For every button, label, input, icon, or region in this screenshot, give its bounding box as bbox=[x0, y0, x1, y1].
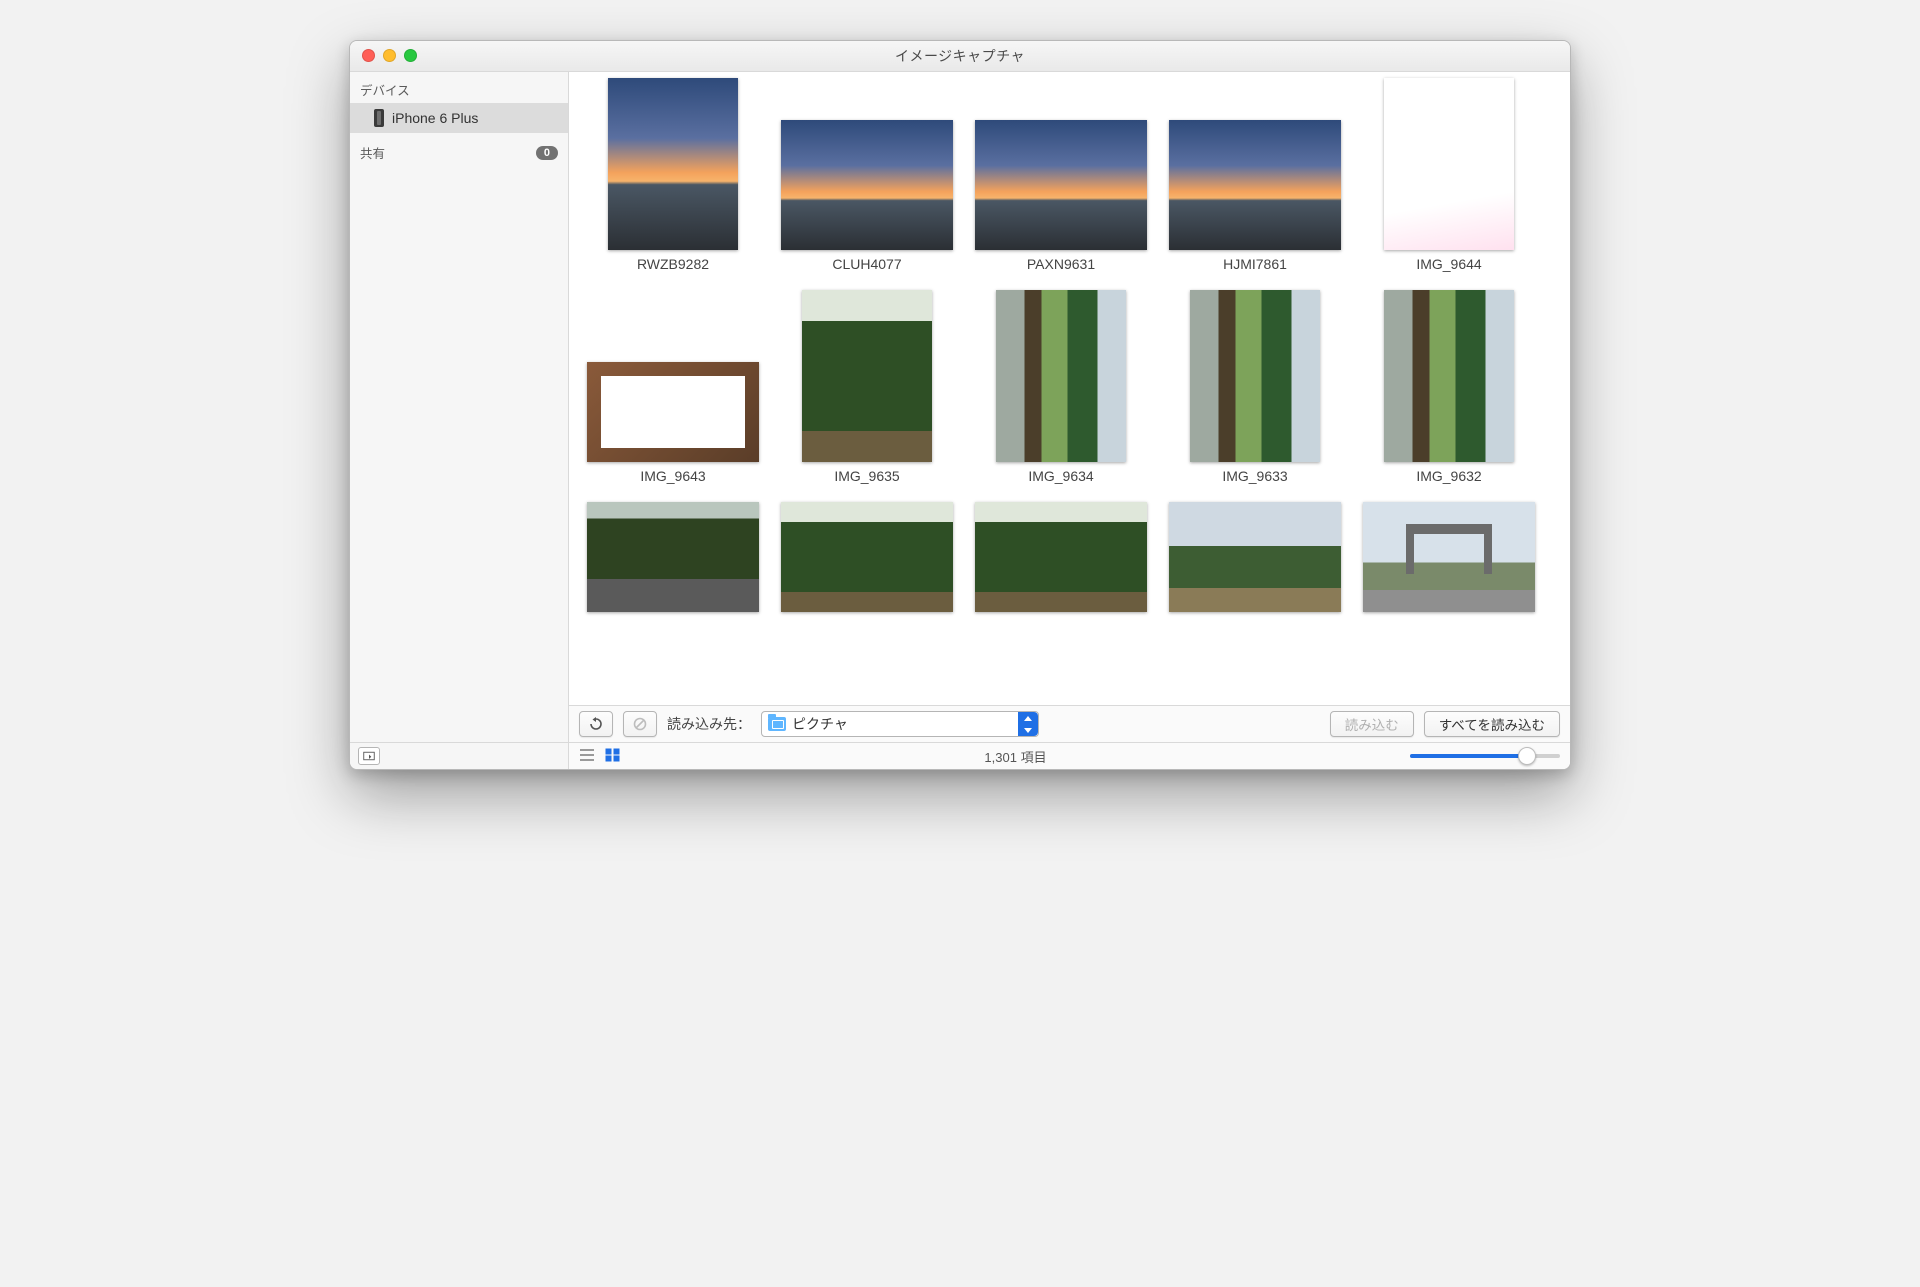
thumbnail-cell[interactable]: IMG_9634 bbox=[975, 290, 1147, 484]
thumbnail-cell[interactable] bbox=[1169, 502, 1341, 612]
thumbnail-cell[interactable]: CLUH4077 bbox=[781, 120, 953, 272]
close-button[interactable] bbox=[362, 49, 375, 62]
thumbnail-image[interactable] bbox=[1190, 290, 1320, 462]
shared-count-badge: 0 bbox=[536, 146, 558, 160]
thumbnail-grid[interactable]: RWZB9282 CLUH4077 PAXN9631 HJMI7861 IMG_9644… bbox=[569, 72, 1570, 705]
window-title: イメージキャプチャ bbox=[895, 46, 1025, 66]
import-button[interactable]: 読み込む bbox=[1330, 711, 1414, 737]
sidebar-item-device[interactable]: iPhone 6 Plus bbox=[350, 103, 568, 133]
traffic-lights bbox=[362, 49, 417, 62]
thumbnail-image[interactable] bbox=[802, 290, 932, 462]
titlebar: イメージキャプチャ bbox=[350, 41, 1570, 72]
zoom-button[interactable] bbox=[404, 49, 417, 62]
import-toolbar: 読み込み先： ピクチャ 読み込む すべてを読み込む bbox=[569, 705, 1570, 742]
thumbnail-image[interactable] bbox=[608, 78, 738, 250]
phone-icon bbox=[374, 109, 384, 127]
rotate-ccw-button[interactable] bbox=[579, 711, 613, 737]
thumbnail-cell[interactable] bbox=[587, 502, 759, 612]
thumbnail-filename: IMG_9643 bbox=[640, 468, 705, 484]
thumbnail-filename: CLUH4077 bbox=[832, 256, 901, 272]
folder-icon bbox=[768, 717, 786, 731]
thumbnail-filename: HJMI7861 bbox=[1223, 256, 1287, 272]
thumbnail-image[interactable] bbox=[781, 120, 953, 250]
thumbnail-filename: IMG_9635 bbox=[834, 468, 899, 484]
thumbnail-cell[interactable]: IMG_9632 bbox=[1363, 290, 1535, 484]
thumbnail-filename: IMG_9632 bbox=[1416, 468, 1481, 484]
thumbnail-image[interactable] bbox=[975, 502, 1147, 612]
device-name: iPhone 6 Plus bbox=[392, 110, 478, 126]
thumbnail-cell[interactable]: PAXN9631 bbox=[975, 120, 1147, 272]
thumbnail-image[interactable] bbox=[587, 362, 759, 462]
import-all-button[interactable]: すべてを読み込む bbox=[1424, 711, 1560, 737]
thumbnail-image[interactable] bbox=[1384, 290, 1514, 462]
thumbnail-image[interactable] bbox=[1169, 502, 1341, 612]
import-destination-select[interactable]: ピクチャ bbox=[761, 711, 1039, 737]
status-bar: 1,301 項目 bbox=[569, 742, 1570, 769]
thumbnail-cell[interactable]: HJMI7861 bbox=[1169, 120, 1341, 272]
sidebar-section-shared[interactable]: 共有 0 bbox=[350, 139, 568, 166]
sidebar-footer bbox=[350, 742, 568, 769]
thumbnail-image[interactable] bbox=[1384, 78, 1514, 250]
destination-folder-name: ピクチャ bbox=[792, 714, 848, 734]
list-view-button[interactable] bbox=[579, 748, 595, 765]
sidebar-toggle-button[interactable] bbox=[358, 747, 380, 765]
thumbnail-image[interactable] bbox=[1363, 502, 1535, 612]
thumbnail-cell[interactable] bbox=[975, 502, 1147, 612]
thumbnail-image[interactable] bbox=[996, 290, 1126, 462]
thumbnail-image[interactable] bbox=[975, 120, 1147, 250]
thumbnail-filename: IMG_9644 bbox=[1416, 256, 1481, 272]
sidebar-shared-label: 共有 bbox=[360, 143, 385, 162]
minimize-button[interactable] bbox=[383, 49, 396, 62]
thumbnail-cell[interactable]: IMG_9633 bbox=[1169, 290, 1341, 484]
import-destination-label: 読み込み先： bbox=[667, 714, 751, 734]
thumbnail-filename: PAXN9631 bbox=[1027, 256, 1095, 272]
grid-view-button[interactable] bbox=[605, 748, 621, 765]
thumbnail-image[interactable] bbox=[1169, 120, 1341, 250]
delete-button[interactable] bbox=[623, 711, 657, 737]
item-count: 1,301 項目 bbox=[631, 747, 1400, 766]
thumbnail-size-slider[interactable] bbox=[1410, 754, 1560, 758]
sidebar-section-devices: デバイス bbox=[350, 76, 568, 103]
app-window: イメージキャプチャ デバイス iPhone 6 Plus 共有 0 bbox=[349, 40, 1571, 770]
sidebar: デバイス iPhone 6 Plus 共有 0 bbox=[350, 72, 569, 769]
thumbnail-cell[interactable]: IMG_9644 bbox=[1363, 78, 1535, 272]
thumbnail-filename: RWZB9282 bbox=[637, 256, 709, 272]
main-area: RWZB9282 CLUH4077 PAXN9631 HJMI7861 IMG_9644… bbox=[569, 72, 1570, 769]
thumbnail-image[interactable] bbox=[587, 502, 759, 612]
thumbnail-image[interactable] bbox=[781, 502, 953, 612]
thumbnail-cell[interactable]: RWZB9282 bbox=[587, 78, 759, 272]
thumbnail-cell[interactable] bbox=[781, 502, 953, 612]
stepper-icon bbox=[1018, 712, 1038, 736]
thumbnail-cell[interactable] bbox=[1363, 502, 1535, 612]
thumbnail-cell[interactable]: IMG_9643 bbox=[587, 362, 759, 484]
thumbnail-filename: IMG_9634 bbox=[1028, 468, 1093, 484]
thumbnail-filename: IMG_9633 bbox=[1222, 468, 1287, 484]
sidebar-devices-label: デバイス bbox=[360, 80, 410, 99]
thumbnail-cell[interactable]: IMG_9635 bbox=[781, 290, 953, 484]
